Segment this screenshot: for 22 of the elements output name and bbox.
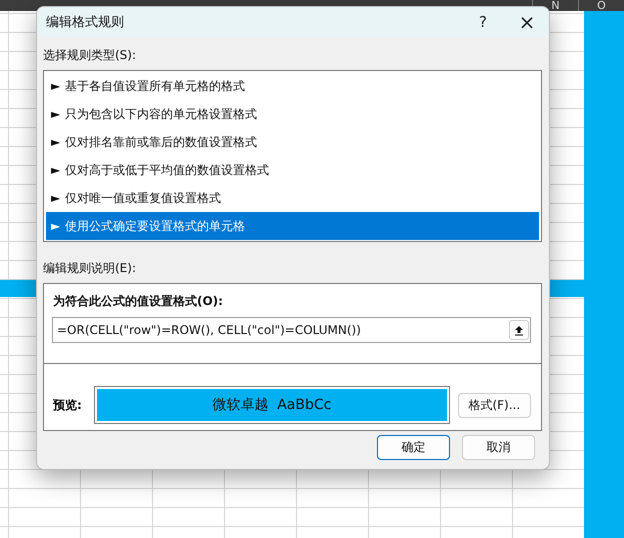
column-header: N [551, 0, 560, 11]
dialog-title: 编辑格式规则 [46, 14, 125, 31]
ok-button[interactable]: 确定 [377, 435, 450, 460]
rule-type-item[interactable]: ► 基于各自值设置所有单元格的格式 [46, 72, 539, 100]
formula-field[interactable]: =OR(CELL("row")=ROW(), CELL("col")=COLUMN()) [52, 317, 531, 343]
description-label: 编辑规则说明(E): [43, 260, 137, 277]
collapse-button[interactable] [509, 320, 529, 340]
rule-type-item[interactable]: ► 仅对唯一值或重复值设置格式 [46, 184, 539, 212]
format-button[interactable]: 格式(F)... [458, 392, 531, 418]
help-button[interactable]: ? [461, 7, 505, 37]
upload-arrow-icon [513, 324, 525, 336]
rule-type-item[interactable]: ► 仅对排名靠前或靠后的数值设置格式 [46, 128, 539, 156]
close-button[interactable]: × [505, 7, 549, 37]
rule-type-item[interactable]: ► 只为包含以下内容的单元格设置格式 [46, 100, 539, 128]
column-header: O [597, 0, 606, 11]
formula-label: 为符合此公式的值设置格式(O): [53, 293, 224, 310]
preview-text: 微软卓越 AaBbCc [212, 396, 332, 414]
preview-label: 预览: [53, 396, 82, 414]
cancel-button[interactable]: 取消 [462, 435, 535, 460]
rule-type-item[interactable]: ► 使用公式确定要设置格式的单元格 [46, 212, 539, 240]
rule-type-label: 选择规则类型(S): [43, 47, 138, 64]
rule-type-item[interactable]: ► 仅对高于或低于平均值的数值设置格式 [46, 156, 539, 184]
